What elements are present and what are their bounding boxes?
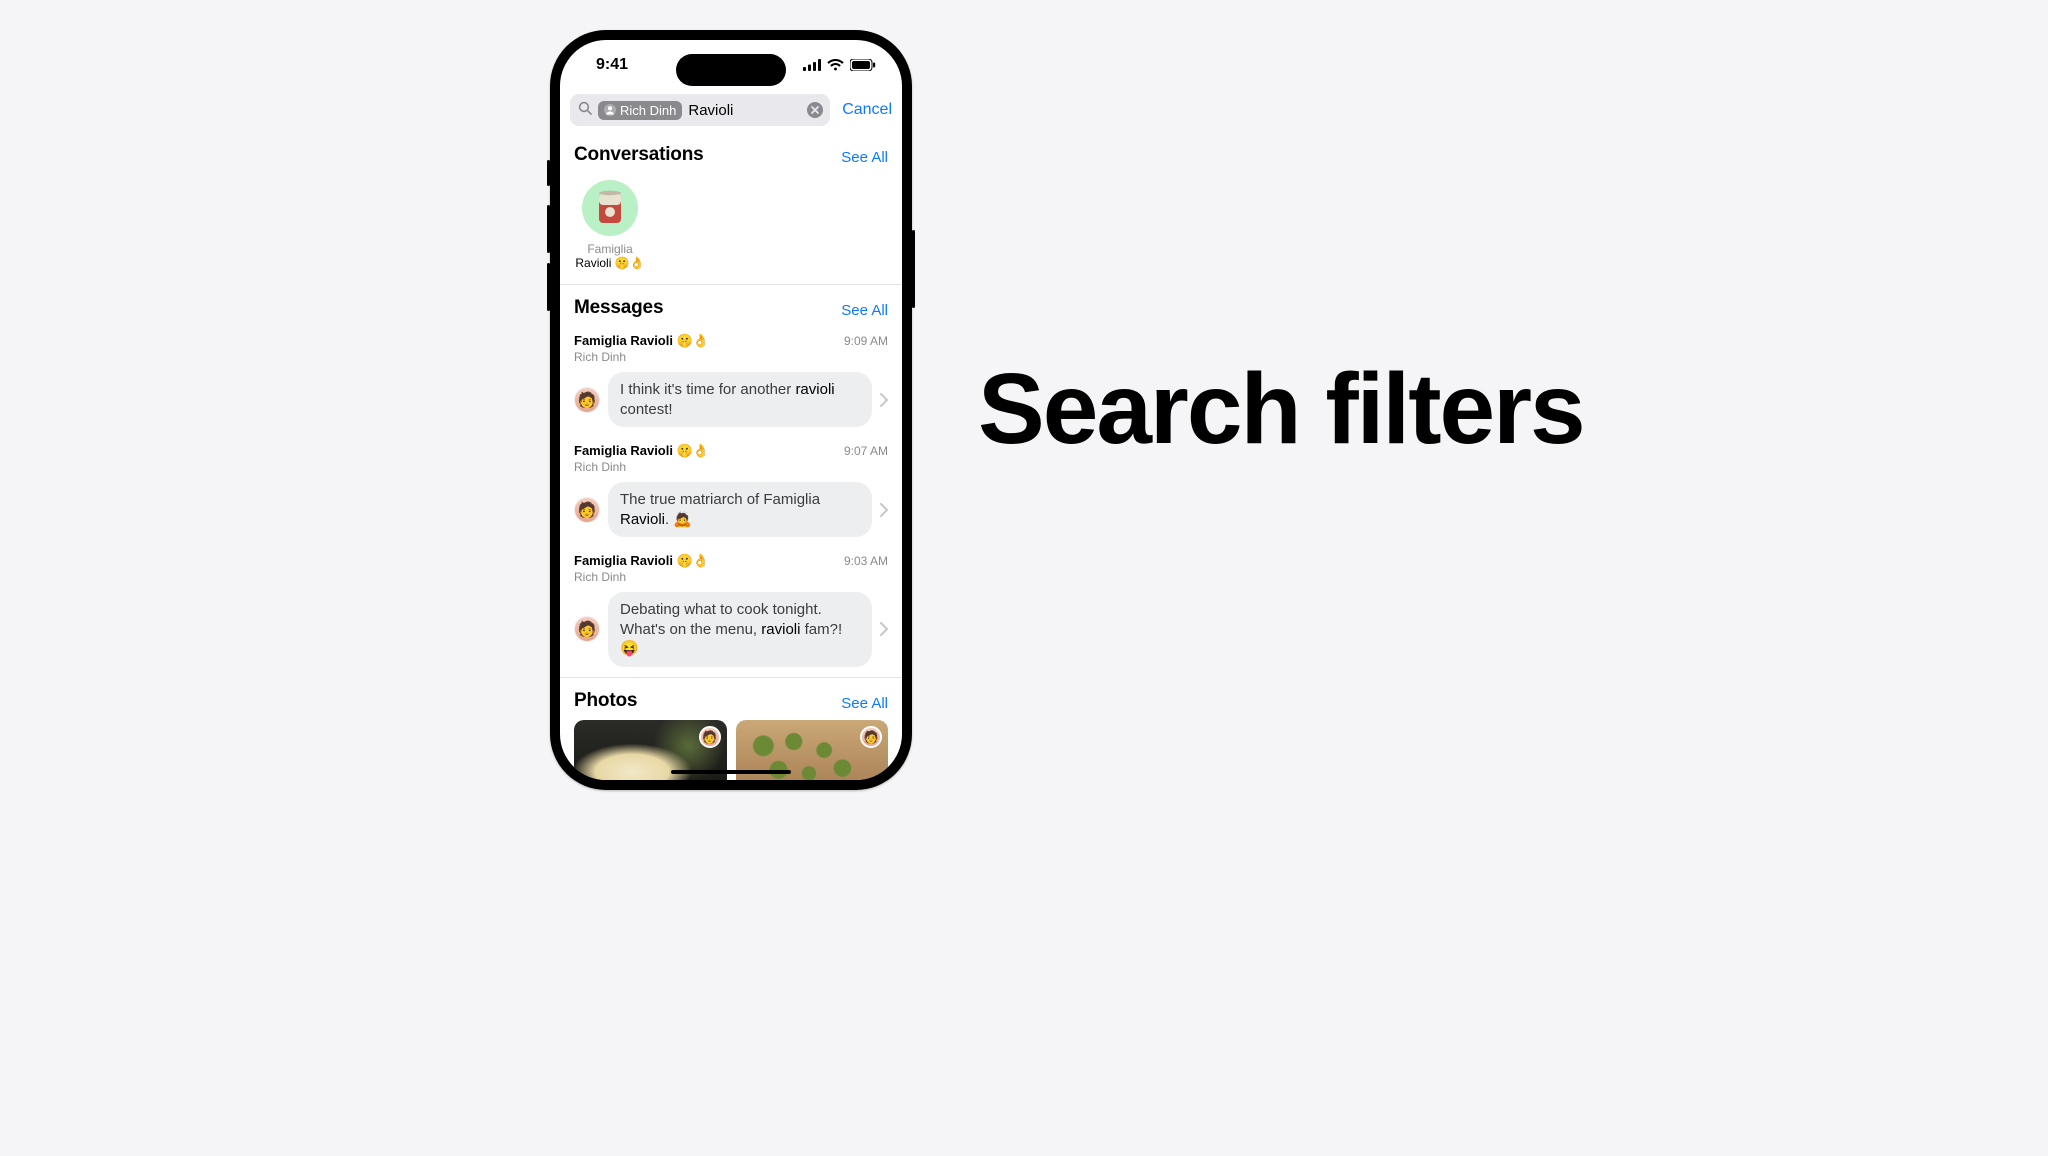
feature-title: Search filters [978,352,1584,467]
search-row: Rich Dinh Ravioli Cancel [560,90,902,132]
wifi-icon [827,59,844,71]
home-indicator[interactable] [671,770,791,774]
message-bubble: I think it's time for another ravioli co… [608,372,872,427]
message-thread: Famiglia Ravioli 🤫👌 [574,553,709,569]
message-time: 9:07 AM [844,444,888,458]
phone-screen: 9:41 [560,40,902,780]
content: Rich Dinh Ravioli Cancel Conversations S… [560,90,902,780]
sender-avatar [574,497,600,523]
battery-icon [850,59,876,71]
search-field[interactable]: Rich Dinh Ravioli [570,94,830,126]
photos-title: Photos [574,690,637,712]
search-filter-chip[interactable]: Rich Dinh [598,101,682,120]
cellular-icon [803,59,821,71]
photo-sender-badge [860,726,882,748]
photo-sender-badge [699,726,721,748]
conversation-name: Famiglia [574,242,646,256]
power-button [912,230,915,308]
stage: Search filters 9:41 [0,0,2048,1156]
conversation-subtitle: Ravioli 🤫👌 [574,256,646,270]
status-time: 9:41 [596,56,628,74]
message-thread: Famiglia Ravioli 🤫👌 [574,333,709,349]
message-result[interactable]: Famiglia Ravioli 🤫👌 Rich Dinh 9:09 AM I … [560,327,902,437]
photos-header: Photos See All [560,678,902,720]
chevron-right-icon [880,503,888,517]
status-right [803,59,876,71]
dynamic-island [676,54,786,86]
person-icon [604,104,616,116]
message-thread: Famiglia Ravioli 🤫👌 [574,443,709,459]
conversation-item[interactable]: Famiglia Ravioli 🤫👌 [574,180,646,270]
message-bubble: The true matriarch of Famiglia Ravioli. … [608,482,872,537]
photos-see-all[interactable]: See All [841,695,888,712]
phone-frame: 9:41 [550,30,912,790]
message-sender: Rich Dinh [574,350,709,364]
volume-up-button [547,205,550,253]
message-sender: Rich Dinh [574,570,709,584]
messages-title: Messages [574,297,663,319]
message-time: 9:09 AM [844,334,888,348]
search-icon [578,101,592,120]
chevron-right-icon [880,393,888,407]
can-icon [596,190,624,226]
message-bubble: Debating what to cook tonight. What's on… [608,592,872,667]
conversation-avatar [582,180,638,236]
chip-label: Rich Dinh [620,103,676,118]
messages-header: Messages See All [560,285,902,327]
silent-switch [547,160,550,186]
message-result[interactable]: Famiglia Ravioli 🤫👌 Rich Dinh 9:07 AM Th… [560,437,902,547]
cancel-button[interactable]: Cancel [842,101,892,119]
conversations-header: Conversations See All [560,132,902,174]
volume-down-button [547,263,550,311]
sender-avatar [574,387,600,413]
messages-see-all[interactable]: See All [841,302,888,319]
message-time: 9:03 AM [844,554,888,568]
message-sender: Rich Dinh [574,460,709,474]
search-query: Ravioli [688,102,800,119]
message-result[interactable]: Famiglia Ravioli 🤫👌 Rich Dinh 9:03 AM De… [560,547,902,677]
conversations-see-all[interactable]: See All [841,149,888,166]
conversations-list: Famiglia Ravioli 🤫👌 [560,174,902,284]
chevron-right-icon [880,622,888,636]
clear-search-button[interactable] [806,101,824,119]
conversations-title: Conversations [574,144,704,166]
sender-avatar [574,616,600,642]
